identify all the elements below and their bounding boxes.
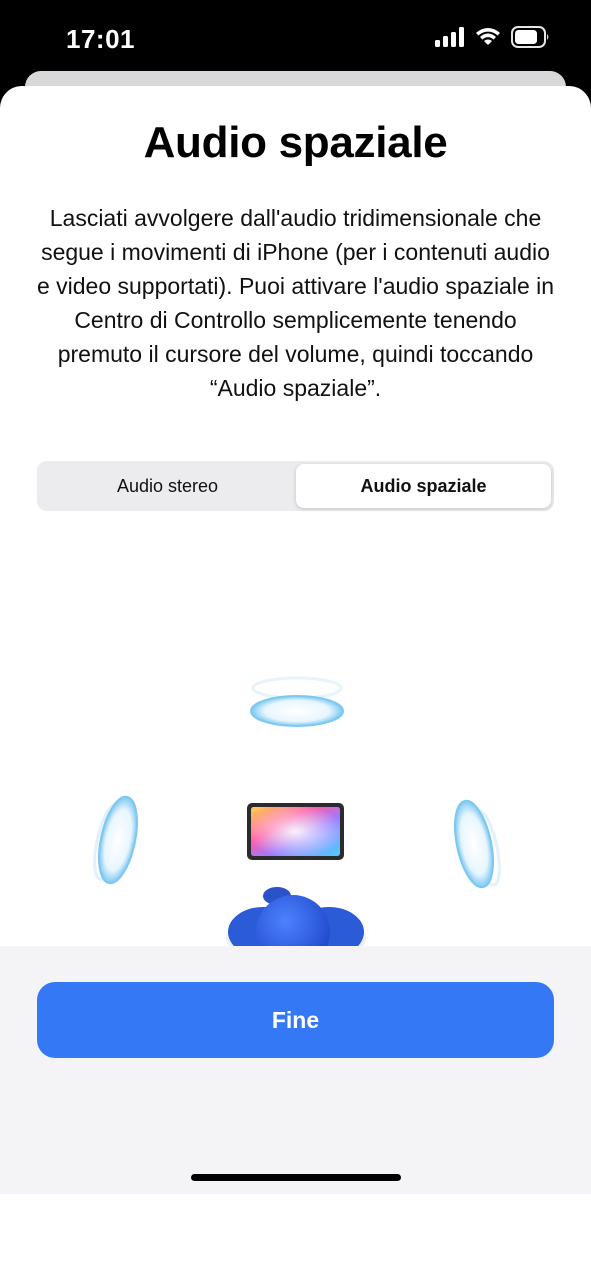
done-button[interactable]: Fine <box>37 982 554 1058</box>
segment-audio-stereo[interactable]: Audio stereo <box>40 464 295 508</box>
cellular-signal-icon <box>435 26 465 52</box>
spatial-audio-illustration <box>0 560 591 1049</box>
audio-mode-segmented-control: Audio stereo Audio spaziale <box>37 461 554 511</box>
status-icons <box>435 25 551 53</box>
description-text: Lasciati avvolgere dall'audio tridimensi… <box>36 205 555 401</box>
status-time: 17:01 <box>66 24 135 54</box>
speaker-ring-right <box>454 799 501 889</box>
speaker-ring-top <box>250 676 344 727</box>
segment-audio-spaziale[interactable]: Audio spaziale <box>296 464 551 508</box>
ipad-screen <box>247 803 344 860</box>
status-bar: 17:01 <box>0 0 591 72</box>
home-indicator <box>191 1174 401 1181</box>
wifi-icon <box>475 27 501 52</box>
page-title: Audio spaziale <box>143 118 448 167</box>
speaker-ring-left <box>93 795 138 885</box>
battery-icon <box>511 25 551 53</box>
